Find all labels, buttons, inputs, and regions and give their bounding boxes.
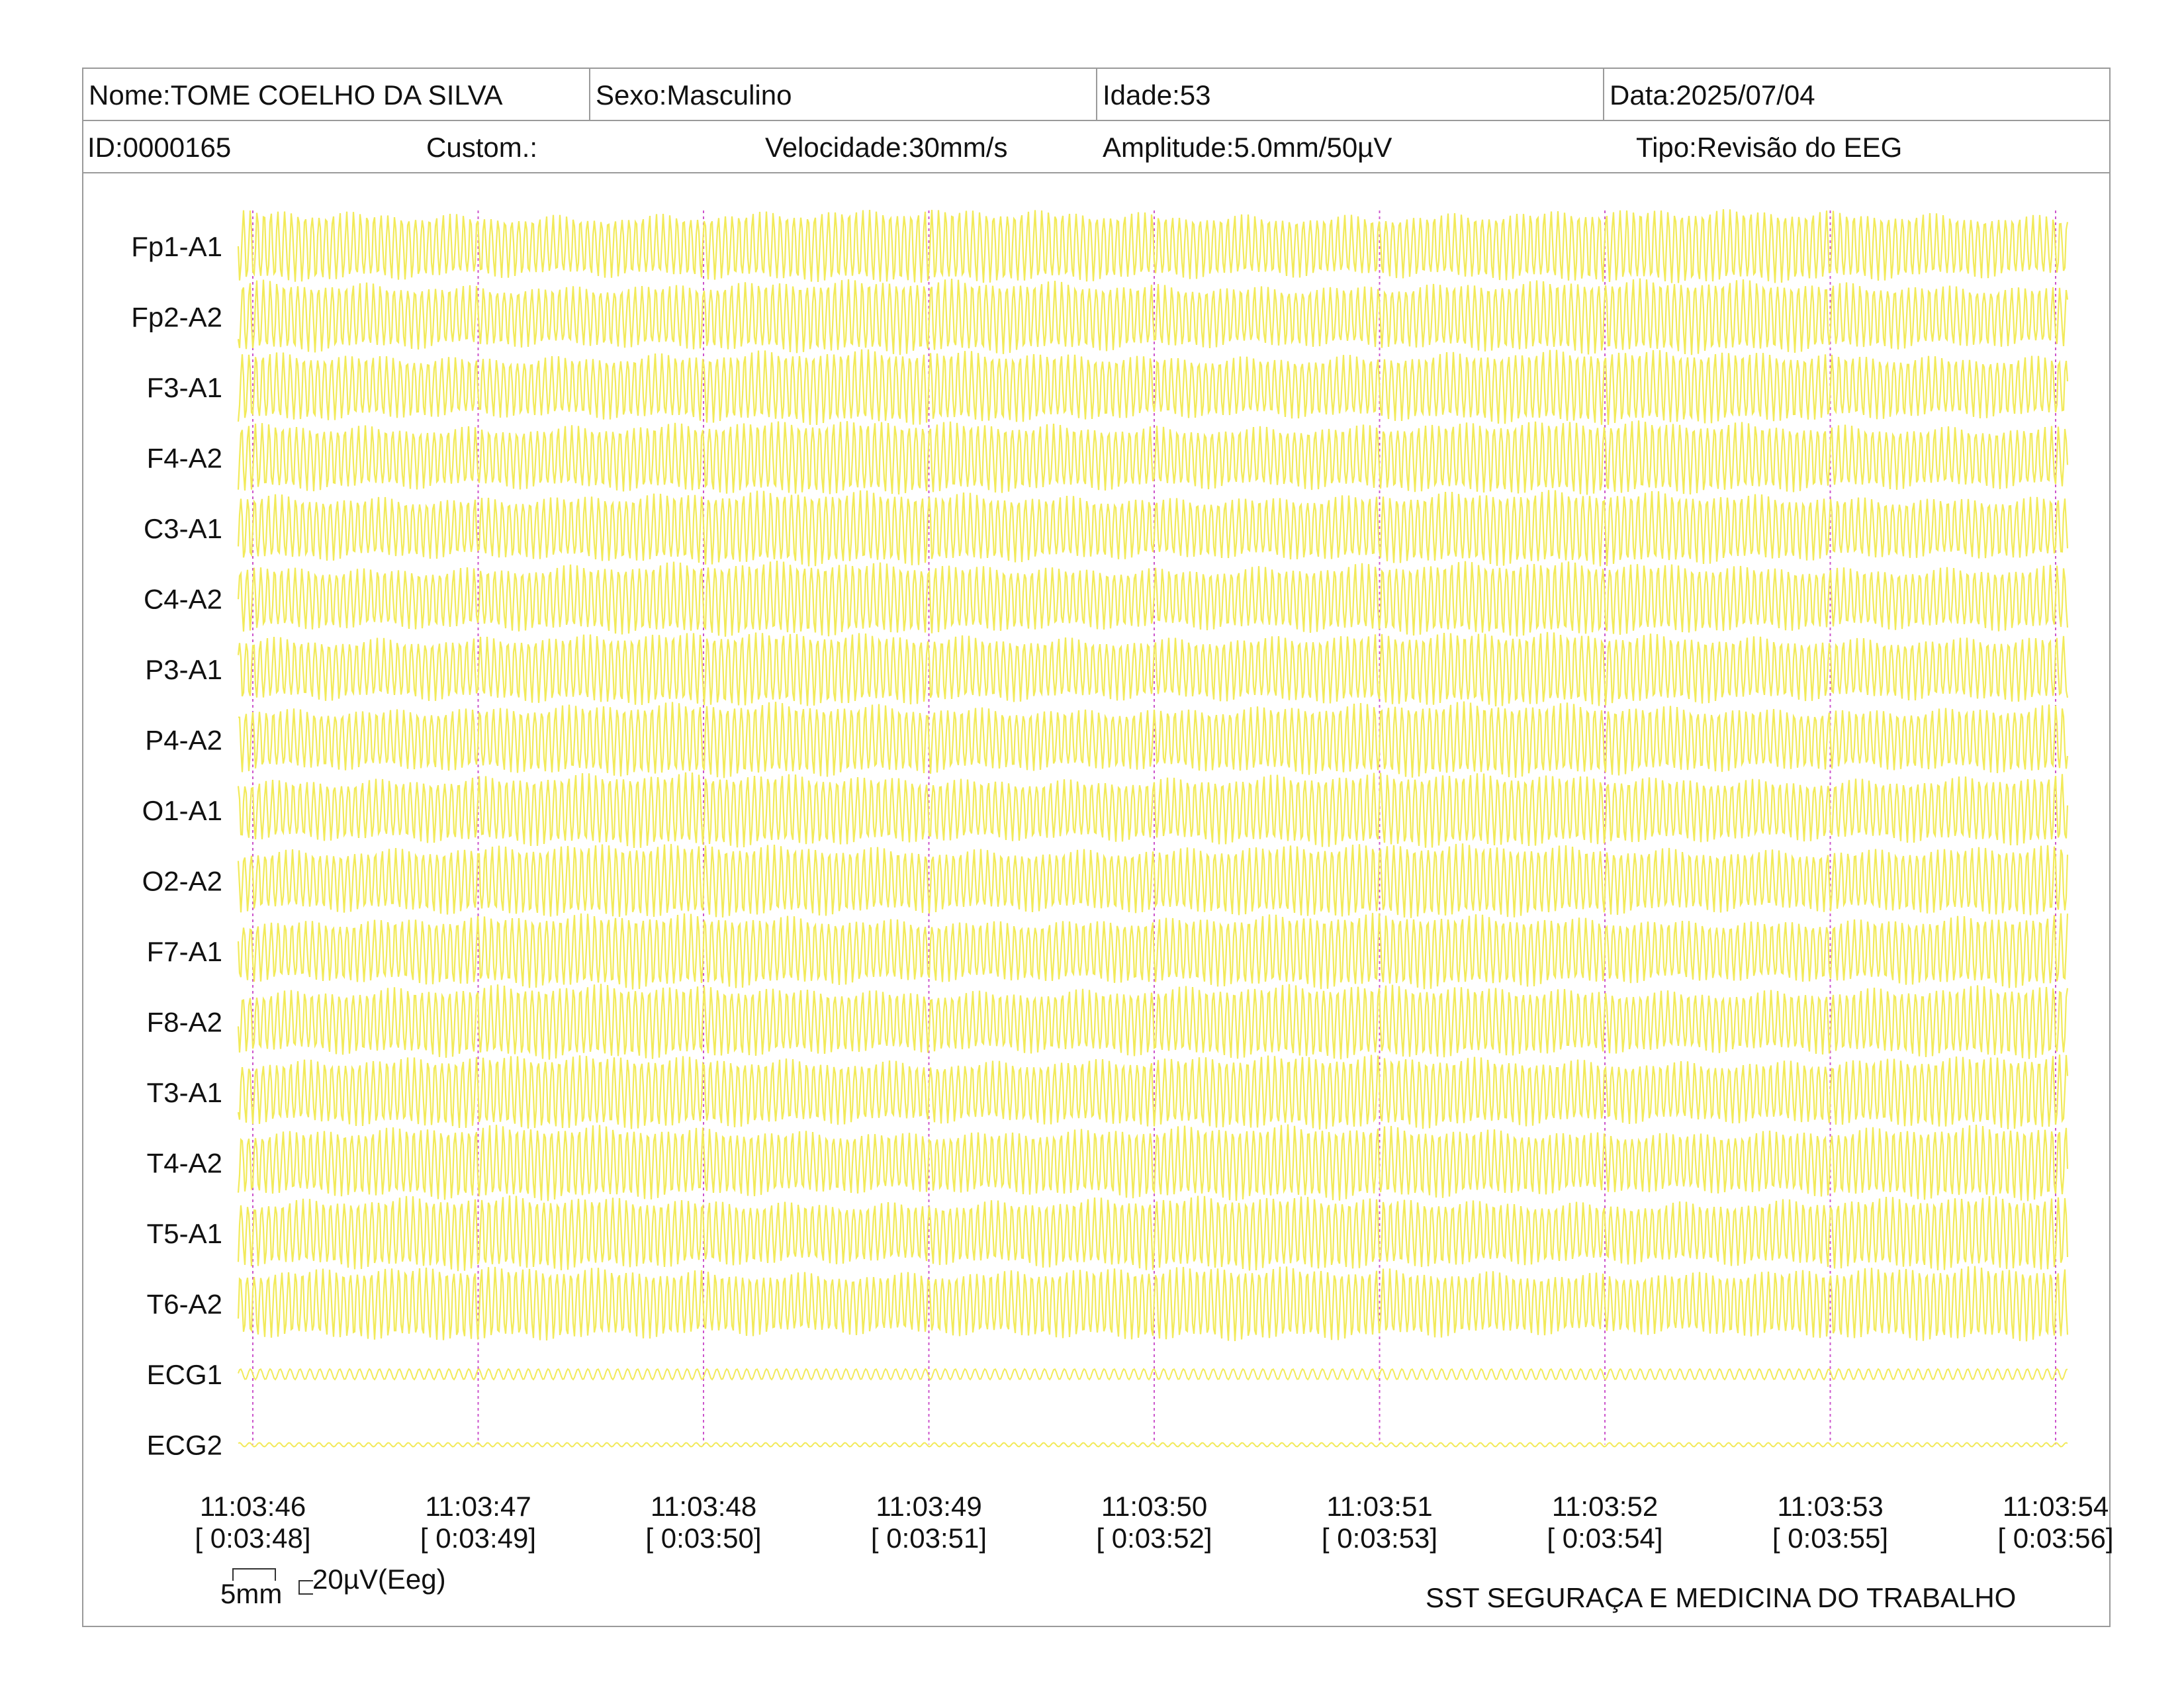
- amplitude-scale-label: 20µV(Eeg): [312, 1564, 446, 1595]
- eeg-trace-p4-a2: [238, 701, 2069, 778]
- eeg-trace-p3-a1: [237, 632, 2069, 707]
- tick-label-elapsed: [ 0:03:49]: [420, 1523, 536, 1554]
- tick-label-elapsed: [ 0:03:50]: [645, 1523, 761, 1554]
- eeg-trace-ecg1: [238, 1368, 2068, 1381]
- tick-label-clock: 11:03:48: [651, 1491, 756, 1522]
- tick-label-elapsed: [ 0:03:52]: [1096, 1523, 1212, 1554]
- tick-label-elapsed: [ 0:03:55]: [1772, 1523, 1888, 1554]
- tick-label-elapsed: [ 0:03:56]: [1997, 1523, 2113, 1554]
- channel-label: Fp1-A1: [131, 231, 222, 262]
- channel-label: F7-A1: [147, 936, 222, 967]
- eeg-trace-t5-a1: [237, 1195, 2069, 1272]
- eeg-traces: [237, 209, 2069, 1448]
- tick-label-elapsed: [ 0:03:48]: [195, 1523, 310, 1554]
- tick-label-clock: 11:03:50: [1101, 1491, 1207, 1522]
- channel-label: O1-A1: [142, 795, 222, 826]
- channel-label: F8-A2: [147, 1007, 222, 1038]
- eeg-trace-fp2-a2: [237, 278, 2069, 355]
- channel-label: T6-A2: [147, 1289, 222, 1320]
- tick-label-clock: 11:03:49: [876, 1491, 981, 1522]
- tick-label-clock: 11:03:52: [1552, 1491, 1658, 1522]
- tick-label-clock: 11:03:53: [1777, 1491, 1883, 1522]
- channel-label: F3-A1: [147, 372, 222, 403]
- eeg-trace-f4-a2: [237, 420, 2069, 495]
- channel-label: Fp2-A2: [131, 302, 222, 333]
- eeg-trace-t3-a1: [237, 1054, 2069, 1130]
- channel-label: P4-A2: [145, 725, 222, 756]
- channel-label: T4-A2: [147, 1148, 222, 1179]
- channel-label: C4-A2: [144, 584, 222, 615]
- eeg-chart: Fp1-A1 Fp2-A2 F3-A1 F4-A2 C3-A1 C4-A2 P3-A1 P4-…: [131, 209, 2114, 1554]
- channel-label: T5-A1: [147, 1218, 222, 1249]
- channel-label: O2-A2: [142, 866, 222, 897]
- company-name: SST SEGURAÇA E MEDICINA DO TRABALHO: [1426, 1582, 2017, 1613]
- eeg-trace-t4-a2: [237, 1124, 2069, 1201]
- tick-label-clock: 11:03:54: [2003, 1491, 2109, 1522]
- eeg-trace-fp1-a1: [237, 209, 2069, 283]
- tick-label-elapsed: [ 0:03:53]: [1322, 1523, 1437, 1554]
- eeg-trace-f7-a1: [237, 913, 2069, 990]
- eeg-trace-f8-a2: [237, 984, 2069, 1060]
- channel-labels: Fp1-A1 Fp2-A2 F3-A1 F4-A2 C3-A1 C4-A2 P3-A1 P4-…: [131, 231, 222, 1461]
- tick-label-clock: 11:03:51: [1326, 1491, 1432, 1522]
- eeg-trace-f3-a1: [237, 349, 2069, 425]
- eeg-trace-t6-a2: [237, 1266, 2069, 1342]
- channel-label: ECG2: [147, 1430, 222, 1461]
- time-axis: 11:03:46[ 0:03:48] 11:03:47[ 0:03:49] 11:0…: [195, 1491, 2113, 1554]
- eeg-trace-ecg2: [238, 1442, 2068, 1448]
- channel-label: ECG1: [147, 1359, 222, 1390]
- eeg-trace-c3-a1: [237, 490, 2069, 567]
- tick-label-clock: 11:03:46: [200, 1491, 306, 1522]
- tick-label-elapsed: [ 0:03:51]: [871, 1523, 987, 1554]
- tick-label-elapsed: [ 0:03:54]: [1547, 1523, 1662, 1554]
- channel-label: C3-A1: [144, 513, 222, 544]
- eeg-trace-o1-a1: [237, 772, 2069, 849]
- channel-label: F4-A2: [147, 443, 222, 474]
- channel-label: P3-A1: [145, 654, 222, 685]
- channel-label: T3-A1: [147, 1077, 222, 1108]
- tick-label-clock: 11:03:47: [425, 1491, 531, 1522]
- eeg-trace-o2-a2: [237, 843, 2069, 918]
- eeg-trace-c4-a2: [237, 560, 2069, 637]
